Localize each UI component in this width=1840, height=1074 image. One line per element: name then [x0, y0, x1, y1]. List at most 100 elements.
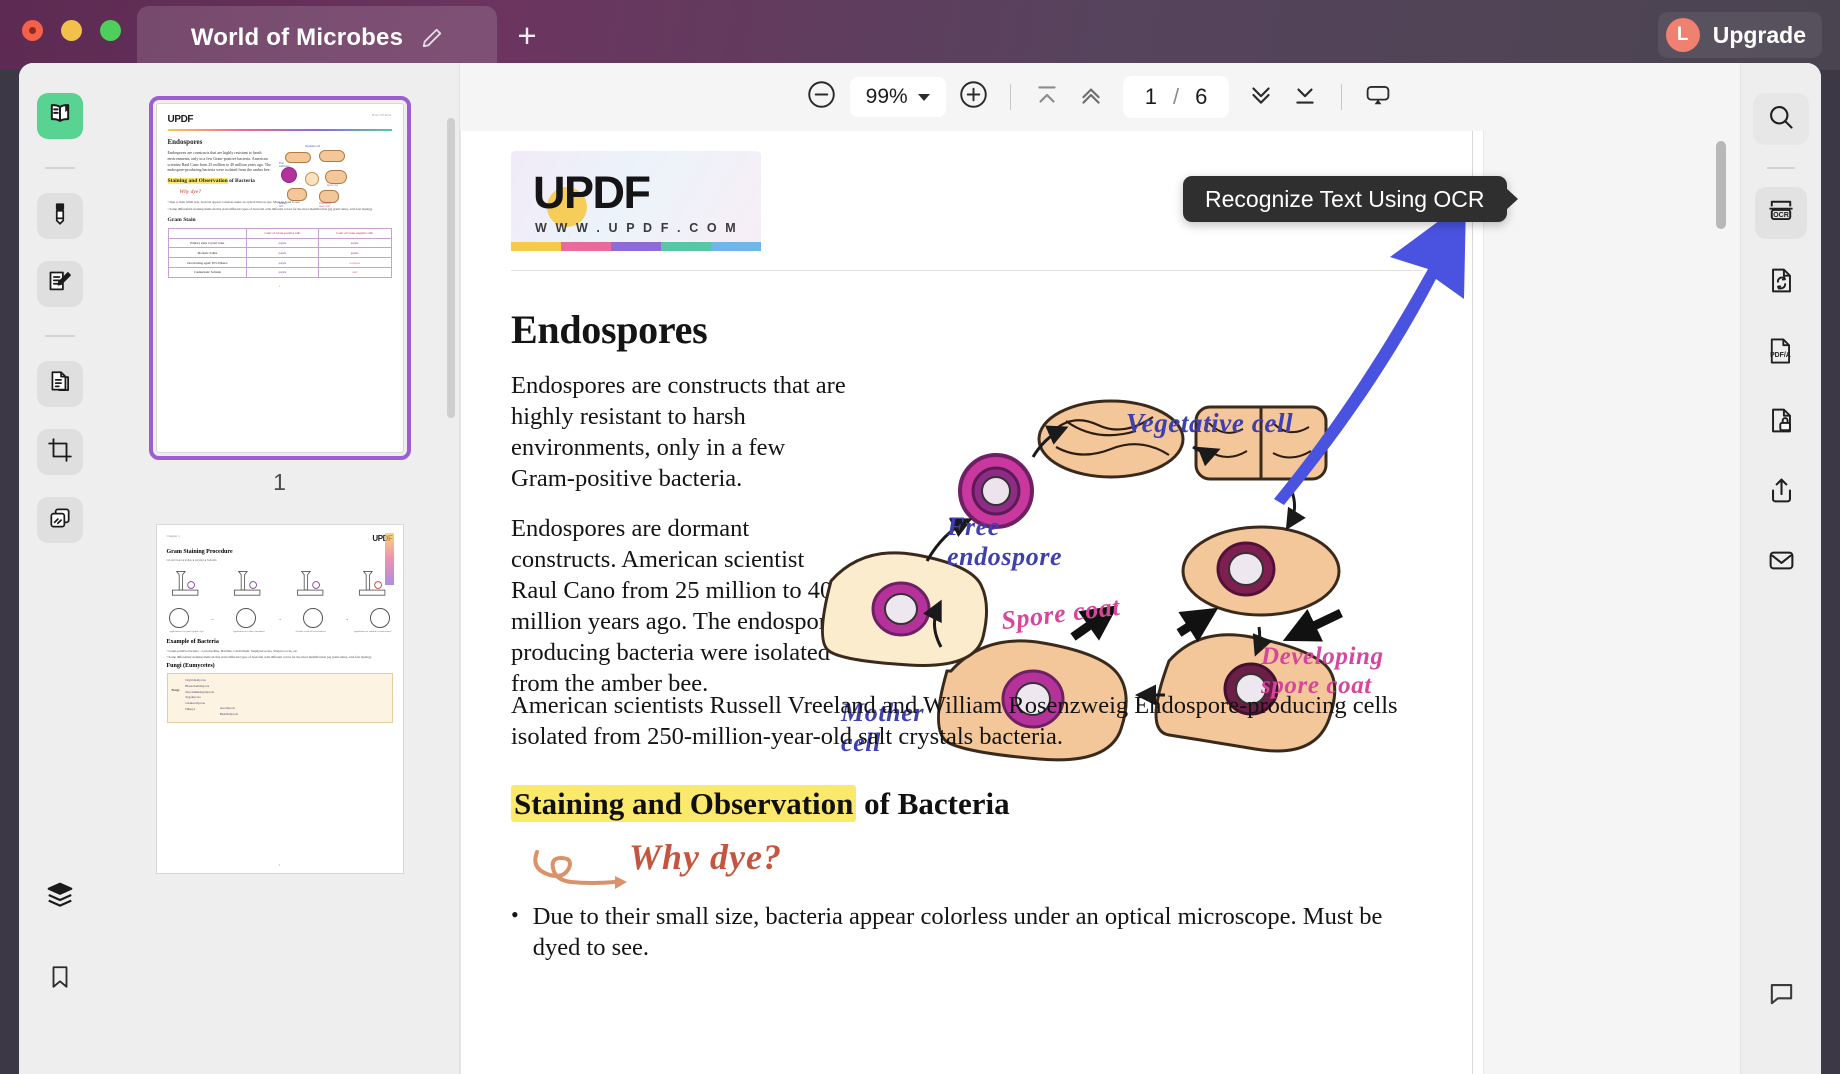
paragraph: Endospores are dormant constructs. Ameri…	[511, 515, 846, 697]
ocr-icon: OCR	[1766, 196, 1796, 231]
protect-lock-icon	[1767, 406, 1796, 440]
new-tab-button[interactable]: +	[510, 18, 544, 52]
table-row: Counterstain: Safranin purple red	[167, 267, 392, 278]
pdf-a-icon: PDF/A	[1766, 336, 1796, 371]
comment-button[interactable]	[1755, 970, 1807, 1022]
ocr-tooltip: Recognize Text Using OCR	[1183, 176, 1518, 222]
protect-button[interactable]	[1755, 397, 1807, 449]
thumbnail-item-2[interactable]: Chapter 1 UPDF Gram Staining Procedure C…	[100, 524, 459, 874]
minimize-window-button[interactable]	[61, 20, 82, 41]
thumb2-example-heading: Example of Bacteria	[166, 639, 219, 646]
section-subheading: Staining and Observation of Bacteria	[511, 785, 1423, 822]
plus-circle-icon	[958, 79, 989, 115]
maximize-window-button[interactable]	[100, 20, 121, 41]
sidebar-item-bookmark[interactable]	[37, 956, 83, 1002]
rail-divider-1	[44, 167, 75, 169]
document-tab[interactable]: World of Microbes	[137, 6, 497, 70]
upgrade-button[interactable]: L Upgrade	[1657, 12, 1822, 58]
thumbnail-page-number: 1	[273, 469, 286, 495]
convert-button[interactable]	[1755, 257, 1807, 309]
toolbar-divider-2	[1341, 84, 1343, 110]
comment-bubble-icon	[1767, 979, 1796, 1013]
tooltip-pointer	[1505, 188, 1518, 210]
page-edge-line	[1472, 131, 1473, 1074]
thumbnail-page-content: Chapter 1 UPDF Gram Staining Procedure C…	[157, 525, 403, 873]
thumb2-steps	[169, 568, 391, 602]
sidebar-item-crop[interactable]	[36, 429, 83, 475]
svg-text:PDF/A: PDF/A	[1770, 351, 1791, 358]
share-export-icon	[1767, 476, 1796, 510]
first-page-button[interactable]	[1025, 75, 1069, 119]
zoom-in-button[interactable]	[952, 75, 996, 119]
thumb-footer-number: 1	[278, 283, 281, 288]
toolbar-divider-1	[1009, 84, 1011, 110]
zoom-out-button[interactable]	[800, 75, 844, 119]
pages-icon	[47, 369, 73, 400]
previous-page-icon	[1078, 82, 1104, 113]
sidebar-item-reader[interactable]	[36, 93, 83, 139]
thumb2-heading: Gram Staining Procedure	[166, 549, 233, 555]
subheading-rest: of Bacteria	[856, 786, 1010, 821]
document-viewer: 99% 1 / 6 UPDF W W W . U P D F . C O M E…	[460, 63, 1740, 1074]
next-page-icon	[1248, 82, 1274, 113]
minus-circle-icon	[806, 79, 837, 115]
right-rail-divider	[1767, 167, 1795, 169]
page-thumbnail-preview[interactable]: UPDF BACTERIA Endospores Endospores are …	[148, 96, 411, 460]
window-controls[interactable]	[22, 20, 121, 41]
pdfa-button[interactable]: PDF/A	[1755, 327, 1807, 379]
document-scrollbar-thumb[interactable]	[1716, 141, 1726, 229]
bullet-text: Due to their small size, bacteria appear…	[532, 903, 1383, 962]
highlighter-icon	[47, 201, 73, 232]
pdf-page[interactable]: UPDF W W W . U P D F . C O M Endospores …	[461, 131, 1483, 1074]
tooltip-text: Recognize Text Using OCR	[1205, 185, 1485, 212]
rail-divider-2	[44, 335, 75, 337]
thumb-why: Why dye?	[179, 188, 202, 195]
thumb2-chapter: Chapter 1	[166, 534, 180, 538]
previous-page-button[interactable]	[1069, 75, 1113, 119]
ocr-button[interactable]: OCR	[1755, 187, 1807, 239]
sidebar-item-organize-pages[interactable]	[36, 361, 83, 407]
bookmark-icon	[47, 964, 73, 995]
thumb2-step-caption: Application to safranin (counterstain)	[353, 630, 392, 633]
diagram-label-vegetative-cell: Vegetative cell	[1126, 408, 1294, 438]
last-page-button[interactable]	[1283, 75, 1327, 119]
page-thumbnail-preview[interactable]: Chapter 1 UPDF Gram Staining Procedure C…	[155, 524, 404, 874]
avatar[interactable]: L	[1665, 18, 1700, 52]
next-page-button[interactable]	[1239, 75, 1283, 119]
sidebar-item-layers[interactable]	[37, 874, 83, 920]
zoom-level-value: 99%	[865, 85, 908, 108]
share-button[interactable]	[1755, 467, 1807, 519]
close-window-button[interactable]	[22, 20, 43, 41]
search-button[interactable]	[1753, 93, 1809, 145]
thumb-subheading-rest: of Bacteria	[227, 178, 255, 185]
thumb-body: Endospores are constructs that are highl…	[167, 149, 271, 173]
presentation-mode-button[interactable]	[1356, 75, 1400, 119]
table-row: Primary stain: Crystal violet purple pur…	[167, 237, 392, 249]
pdf-page-canvas[interactable]: UPDF W W W . U P D F . C O M Endospores …	[460, 131, 1740, 1074]
chevron-down-icon	[917, 93, 930, 101]
sidebar-item-compare[interactable]	[36, 497, 83, 543]
pencil-icon[interactable]	[421, 27, 443, 49]
header-rule	[511, 270, 1423, 271]
logo-url: W W W . U P D F . C O M	[535, 221, 739, 235]
page-separator: /	[1172, 84, 1180, 109]
sidebar-item-highlight[interactable]	[36, 193, 83, 239]
thumb-table-title: Gram Stain	[167, 217, 196, 224]
sidebar-item-annotate[interactable]	[36, 261, 83, 307]
page-title: Endospores	[511, 307, 708, 352]
thumb2-example-bullet: • Gram-positive bacteria - Lactobacillus…	[166, 649, 298, 654]
zoom-level-select[interactable]: 99%	[849, 77, 946, 117]
page-number-field[interactable]: 1 / 6	[1122, 76, 1230, 118]
viewer-toolbar: 99% 1 / 6	[460, 63, 1740, 131]
thumbnail-scrollbar[interactable]	[447, 118, 455, 418]
email-button[interactable]	[1755, 537, 1807, 589]
thumbnail-item-1[interactable]: UPDF BACTERIA Endospores Endospores are …	[100, 96, 459, 496]
document-column-text: Endospores are constructs that are highl…	[511, 371, 851, 720]
highlighted-text: Staining and Observation	[511, 785, 857, 822]
crop-icon	[47, 437, 73, 468]
page-thumbnail-panel[interactable]: UPDF BACTERIA Endospores Endospores are …	[100, 63, 460, 1074]
document-scrollbar-track[interactable]	[1716, 131, 1726, 1074]
edit-document-icon	[46, 268, 73, 300]
total-pages-value: 6	[1195, 84, 1208, 109]
thumb2-step-caption: Alcohol wash (decolorization)	[295, 630, 326, 633]
